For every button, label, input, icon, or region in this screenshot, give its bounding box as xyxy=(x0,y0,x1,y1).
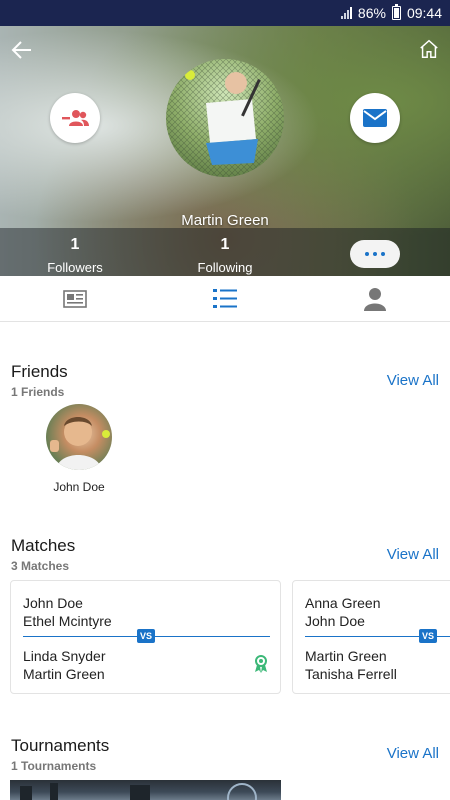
friend-name: John Doe xyxy=(53,480,105,494)
more-dots-icon xyxy=(365,252,369,256)
matches-count: 3 Matches xyxy=(11,559,70,573)
battery-icon xyxy=(391,4,401,20)
tournament-card-image[interactable] xyxy=(10,780,281,800)
more-options-button[interactable] xyxy=(350,240,400,268)
player-name: Tanisha Ferrell xyxy=(305,666,397,682)
friends-title: Friends xyxy=(11,362,68,381)
mail-icon xyxy=(363,109,387,127)
home-icon[interactable] xyxy=(418,38,440,60)
profile-avatar xyxy=(166,59,284,177)
player-name: John Doe xyxy=(305,613,365,629)
followers-label: Followers xyxy=(47,260,103,275)
following-count: 1 xyxy=(220,236,230,253)
back-arrow-icon[interactable] xyxy=(10,38,34,62)
tournaments-count: 1 Tournaments xyxy=(11,759,97,773)
vs-badge: VS xyxy=(137,629,155,643)
message-button[interactable] xyxy=(350,93,400,143)
tab-list[interactable] xyxy=(150,276,300,321)
list-icon xyxy=(213,288,237,308)
signal-icon xyxy=(340,7,352,19)
status-bar: 86% 09:44 xyxy=(0,0,450,26)
tournaments-title: Tournaments xyxy=(11,736,110,755)
player-name: Martin Green xyxy=(23,666,105,682)
player-name: Linda Snyder xyxy=(23,648,106,664)
matches-title: Matches xyxy=(11,536,76,555)
tab-profile[interactable] xyxy=(300,276,450,321)
followers-stat[interactable]: 1 Followers xyxy=(25,236,125,275)
player-name: Martin Green xyxy=(305,648,387,664)
newspaper-icon xyxy=(63,289,87,308)
followers-count: 1 xyxy=(70,236,80,253)
battery-percent: 86% xyxy=(357,5,386,21)
following-label: Following xyxy=(197,260,253,275)
match-card[interactable]: Anna Green John Doe VS Martin Green Tani… xyxy=(292,580,450,694)
profile-header: Martin Green 1 Followers 1 Following xyxy=(0,26,450,276)
player-name: Anna Green xyxy=(305,595,381,611)
clock: 09:44 xyxy=(406,5,442,21)
person-icon xyxy=(364,287,386,311)
vs-badge: VS xyxy=(419,629,437,643)
following-stat[interactable]: 1 Following xyxy=(175,236,275,275)
friend-avatar xyxy=(46,404,112,470)
profile-name: Martin Green xyxy=(181,212,269,229)
friends-view-all-link[interactable]: View All xyxy=(387,372,439,389)
match-card[interactable]: John Doe Ethel Mcintyre VS Linda Snyder … xyxy=(10,580,281,694)
remove-friend-icon xyxy=(62,110,89,126)
tournaments-view-all-link[interactable]: View All xyxy=(387,745,439,762)
award-ribbon-icon xyxy=(255,655,267,673)
tab-feed[interactable] xyxy=(0,276,150,321)
friends-count: 1 Friends xyxy=(11,385,65,399)
unfriend-button[interactable] xyxy=(50,93,100,143)
player-name: Ethel Mcintyre xyxy=(23,613,112,629)
matches-view-all-link[interactable]: View All xyxy=(387,546,439,563)
player-name: John Doe xyxy=(23,595,83,611)
friend-item[interactable]: John Doe xyxy=(40,404,118,494)
profile-tabs xyxy=(0,276,450,322)
